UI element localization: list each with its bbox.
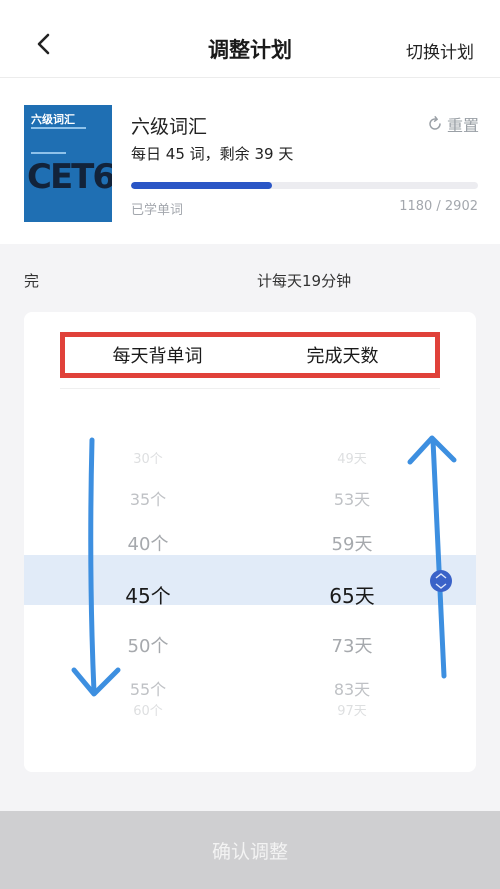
cover-logo: CET6: [27, 157, 112, 197]
progress-fill: [131, 182, 273, 189]
words-option[interactable]: 50个: [88, 632, 208, 658]
refresh-icon: [429, 116, 441, 130]
back-button[interactable]: [22, 22, 66, 66]
days-option[interactable]: 49天: [292, 448, 412, 467]
summary-left: 完: [24, 272, 40, 290]
summary-right: 计每天19分钟: [257, 272, 352, 290]
learned-label: 已学单词: [131, 203, 184, 218]
column-header-days: 完成天数: [306, 346, 379, 367]
words-per-day-wheel[interactable]: 30个 35个 40个 45个 50个 55个 60个: [88, 430, 208, 722]
words-option[interactable]: 35个: [88, 486, 208, 510]
daily-plan-text: 每日 45 词，剩余 39 天: [131, 143, 293, 164]
words-option[interactable]: 30个: [88, 448, 208, 467]
days-option[interactable]: 97天: [292, 700, 412, 719]
days-wheel[interactable]: 49天 53天 59天 65天 73天 83天 97天: [292, 430, 412, 722]
chevron-left-icon: [37, 33, 50, 55]
words-option[interactable]: 40个: [88, 530, 208, 556]
picker-header: 每天背单词 完成天数: [60, 332, 440, 378]
days-option[interactable]: 59天: [292, 530, 412, 556]
switch-plan-button[interactable]: 切换计划: [406, 38, 474, 63]
words-option[interactable]: 55个: [88, 676, 208, 700]
column-header-words: 每天背单词: [112, 346, 203, 367]
top-bar: 调整计划 切换计划: [0, 0, 500, 78]
daily-prefix: 每日: [131, 145, 162, 163]
days-option[interactable]: 53天: [292, 486, 412, 510]
plan-summary: 完 计每天19分钟: [24, 270, 351, 291]
confirm-adjust-button[interactable]: 确认调整: [0, 811, 500, 889]
daily-mid: 词，剩余: [189, 145, 250, 163]
days-option[interactable]: 83天: [292, 676, 412, 700]
words-option[interactable]: 60个: [88, 700, 208, 719]
words-option-selected[interactable]: 45个: [88, 580, 208, 609]
days-option[interactable]: 73天: [292, 632, 412, 658]
reset-button[interactable]: 重置: [427, 112, 479, 136]
cover-decoration: [31, 127, 86, 129]
book-name: 六级词汇: [131, 116, 208, 138]
daily-words: 45: [165, 145, 185, 163]
days-left: 39: [254, 145, 274, 163]
cover-decoration: [31, 152, 66, 154]
days-option-selected[interactable]: 65天: [292, 580, 412, 609]
book-cover: 六级词汇 CET6: [24, 105, 112, 222]
progress-bar: [131, 182, 478, 189]
cover-title: 六级词汇: [31, 113, 75, 126]
divider: [60, 388, 440, 389]
learned-count: 1180 / 2902: [399, 199, 478, 214]
reset-label: 重置: [446, 116, 479, 135]
daily-suffix: 天: [278, 145, 294, 163]
